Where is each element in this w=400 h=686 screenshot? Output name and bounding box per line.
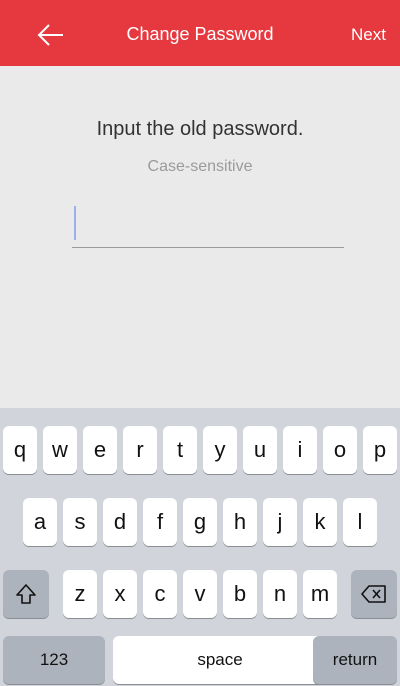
key-j[interactable]: j xyxy=(263,498,297,546)
key-m[interactable]: m xyxy=(303,570,337,618)
key-w[interactable]: w xyxy=(43,426,77,474)
hint-text: Case-sensitive xyxy=(147,158,253,175)
key-z[interactable]: z xyxy=(63,570,97,618)
key-b[interactable]: b xyxy=(223,570,257,618)
shift-key[interactable] xyxy=(3,570,49,618)
text-caret xyxy=(74,206,76,240)
key-s[interactable]: s xyxy=(63,498,97,546)
prompt-text: Input the old password. xyxy=(96,118,304,140)
next-button[interactable]: Next xyxy=(351,25,386,45)
onscreen-keyboard: q w e r t y u i o p a s d f g h j k l z … xyxy=(0,408,400,686)
key-y[interactable]: y xyxy=(203,426,237,474)
password-form: Input the old password. Case-sensitive xyxy=(0,66,400,408)
shift-icon xyxy=(16,584,36,604)
key-v[interactable]: v xyxy=(183,570,217,618)
key-n[interactable]: n xyxy=(263,570,297,618)
backspace-icon xyxy=(361,585,386,603)
app-header: Change Password Next xyxy=(0,0,400,66)
key-d[interactable]: d xyxy=(103,498,137,546)
delete-key[interactable] xyxy=(351,570,397,618)
key-p[interactable]: p xyxy=(363,426,397,474)
page-title: Change Password xyxy=(126,24,274,44)
key-c[interactable]: c xyxy=(143,570,177,618)
key-o[interactable]: o xyxy=(323,426,357,474)
key-h[interactable]: h xyxy=(223,498,257,546)
key-f[interactable]: f xyxy=(143,498,177,546)
key-i[interactable]: i xyxy=(283,426,317,474)
return-key[interactable]: return xyxy=(313,636,397,684)
old-password-input[interactable] xyxy=(72,204,344,248)
key-g[interactable]: g xyxy=(183,498,217,546)
key-r[interactable]: r xyxy=(123,426,157,474)
key-k[interactable]: k xyxy=(303,498,337,546)
key-t[interactable]: t xyxy=(163,426,197,474)
key-u[interactable]: u xyxy=(243,426,277,474)
key-l[interactable]: l xyxy=(343,498,377,546)
numbers-key[interactable]: 123 xyxy=(3,636,105,684)
key-e[interactable]: e xyxy=(83,426,117,474)
key-x[interactable]: x xyxy=(103,570,137,618)
key-q[interactable]: q xyxy=(3,426,37,474)
space-key[interactable]: space xyxy=(113,636,327,684)
key-a[interactable]: a xyxy=(23,498,57,546)
